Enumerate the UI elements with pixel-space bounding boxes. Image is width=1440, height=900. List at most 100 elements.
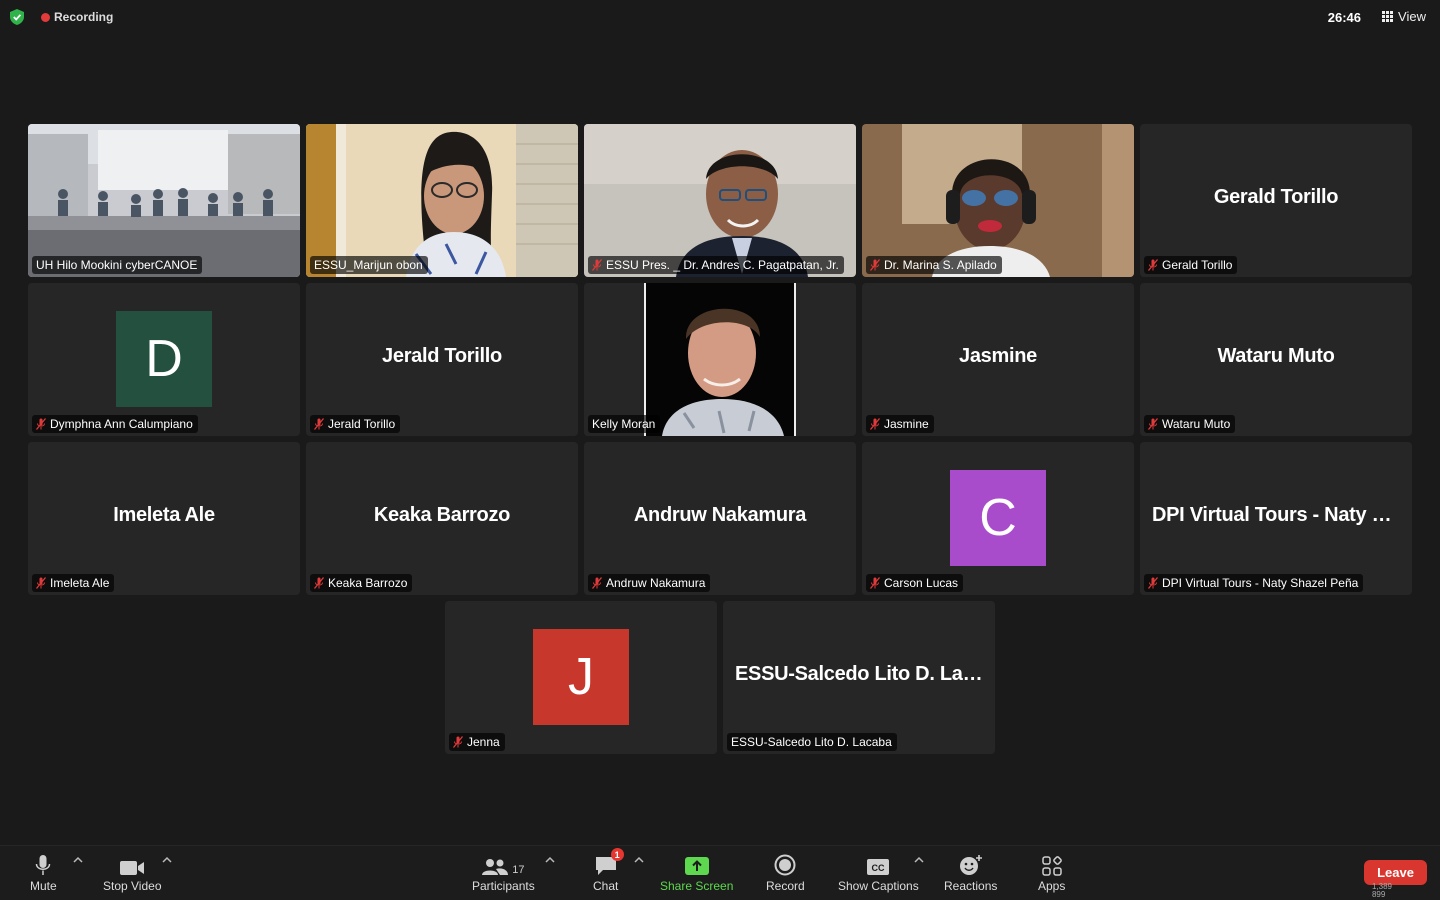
participant-name: Andruw Nakamura <box>606 576 706 590</box>
participant-tile[interactable]: ESSU Pres. _ Dr. Andres C. Pagatpatan, J… <box>584 124 856 277</box>
participant-display-name: Jasmine <box>959 345 1037 367</box>
participant-name: UH Hilo Mookini cyberCANOE <box>36 258 198 272</box>
participant-tile[interactable]: Andruw Nakamura Andruw Nakamura <box>584 442 856 595</box>
participant-name: Gerald Torillo <box>1162 258 1233 272</box>
participant-tile-active-speaker[interactable]: ESSU_Marijun obon <box>306 124 578 277</box>
reactions-label: Reactions <box>944 879 998 893</box>
chat-unread-badge: 1 <box>610 848 624 861</box>
apps-icon <box>1041 856 1062 876</box>
chat-label: Chat <box>593 879 619 893</box>
meeting-top-bar: Recording 26:46 View <box>0 0 1440 34</box>
muted-mic-icon <box>869 418 881 430</box>
participant-name-label: Dymphna Ann Calumpiano <box>32 415 198 433</box>
participant-tile[interactable]: Dr. Marina S. Apilado <box>862 124 1134 277</box>
muted-mic-icon <box>35 418 47 430</box>
participant-display-name: Wataru Muto <box>1217 345 1335 367</box>
muted-mic-icon <box>869 259 881 271</box>
window-size-readout: 1,389 899 <box>1372 883 1392 899</box>
participants-count: 17 <box>512 864 525 876</box>
participant-name: Jerald Torillo <box>328 417 396 431</box>
participant-video <box>862 124 1134 277</box>
meeting-timer: 26:46 <box>1327 10 1361 25</box>
recording-indicator[interactable]: Recording <box>41 10 113 24</box>
participant-tile[interactable]: Keaka Barrozo Keaka Barrozo <box>306 442 578 595</box>
share-screen-button[interactable]: Share Screen <box>660 852 733 893</box>
participant-video <box>584 124 856 277</box>
participant-tile[interactable]: Imeleta Ale Imeleta Ale <box>28 442 300 595</box>
captions-options-chevron-icon[interactable] <box>914 856 924 864</box>
participant-tile[interactable]: Wataru Muto Wataru Muto <box>1140 283 1412 436</box>
participant-tile[interactable]: Gerald Torillo Gerald Torillo <box>1140 124 1412 277</box>
participant-display-name: Gerald Torillo <box>1213 186 1339 208</box>
participant-tile[interactable]: Kelly Moran <box>584 283 856 436</box>
apps-button[interactable]: Apps <box>1038 852 1065 893</box>
stop-video-button[interactable]: Stop Video <box>103 852 162 893</box>
participant-tile[interactable]: C Carson Lucas <box>862 442 1134 595</box>
muted-mic-icon <box>35 577 47 589</box>
participant-name: Dymphna Ann Calumpiano <box>50 417 193 431</box>
chat-button[interactable]: 1 Chat <box>593 848 624 893</box>
recording-dot-icon <box>41 12 50 22</box>
closed-captions-icon: CC <box>867 859 890 875</box>
participants-label: Participants <box>472 879 535 893</box>
participants-button[interactable]: 17 Participants <box>472 852 535 893</box>
participant-name-label: DPI Virtual Tours - Naty Shazel Peña <box>1144 574 1364 592</box>
share-screen-icon <box>684 857 709 875</box>
participant-video <box>28 124 300 277</box>
participant-tile[interactable]: ESSU-Salcedo Lito D. Lacaba ESSU-Salcedo… <box>723 601 995 754</box>
participant-name-label: Gerald Torillo <box>1144 256 1238 274</box>
participant-display-name: ESSU-Salcedo Lito D. Lacaba <box>735 663 995 685</box>
participant-video <box>584 283 856 436</box>
participant-avatar: D <box>116 311 212 407</box>
participant-name: Dr. Marina S. Apilado <box>884 258 997 272</box>
stop-video-label: Stop Video <box>103 879 162 893</box>
participant-tile[interactable]: UH Hilo Mookini cyberCANOE <box>28 124 300 277</box>
participant-name-label: Andruw Nakamura <box>588 574 711 592</box>
participant-name: Carson Lucas <box>884 576 959 590</box>
chat-options-chevron-icon[interactable] <box>634 856 644 864</box>
reactions-button[interactable]: Reactions <box>944 852 997 893</box>
participant-name-label: Jerald Torillo <box>310 415 401 433</box>
mute-button[interactable]: Mute <box>30 852 57 893</box>
muted-mic-icon <box>1147 577 1159 589</box>
participant-name: Jenna <box>467 735 500 749</box>
muted-mic-icon <box>313 418 325 430</box>
participant-tile[interactable]: Jerald Torillo Jerald Torillo <box>306 283 578 436</box>
participant-name-label: Dr. Marina S. Apilado <box>866 256 1002 274</box>
participant-name-label: ESSU_Marijun obon <box>310 256 428 274</box>
participants-options-chevron-icon[interactable] <box>545 856 555 864</box>
participants-icon <box>482 859 509 875</box>
share-screen-label: Share Screen <box>660 879 734 893</box>
meeting-toolbar: Mute Stop Video 17 Participants 1 Chat S… <box>0 845 1440 900</box>
muted-mic-icon <box>591 259 603 271</box>
svg-text:CC: CC <box>872 863 885 873</box>
participant-name-label: Jenna <box>449 733 505 751</box>
security-shield-icon[interactable] <box>10 9 24 25</box>
participant-display-name: DPI Virtual Tours - Naty Shazel Peña <box>1152 504 1412 526</box>
participant-tile[interactable]: DPI Virtual Tours - Naty Shazel Peña DPI… <box>1140 442 1412 595</box>
participant-name-label: Imeleta Ale <box>32 574 115 592</box>
view-button[interactable]: View <box>1382 9 1426 24</box>
participant-name-label: Wataru Muto <box>1144 415 1236 433</box>
muted-mic-icon <box>869 577 881 589</box>
apps-label: Apps <box>1038 879 1066 893</box>
avatar-initial: J <box>568 648 594 706</box>
participant-display-name: Imeleta Ale <box>113 504 215 526</box>
participant-tile[interactable]: D Dymphna Ann Calumpiano <box>28 283 300 436</box>
microphone-icon <box>36 855 51 875</box>
audio-options-chevron-icon[interactable] <box>73 856 83 864</box>
video-options-chevron-icon[interactable] <box>162 856 172 864</box>
recording-label: Recording <box>54 10 114 24</box>
muted-mic-icon <box>452 736 464 748</box>
avatar-initial: C <box>979 489 1017 547</box>
show-captions-label: Show Captions <box>838 879 919 893</box>
muted-mic-icon <box>591 577 603 589</box>
show-captions-button[interactable]: CC Show Captions <box>838 852 919 893</box>
record-label: Record <box>766 879 805 893</box>
participant-tile[interactable]: J Jenna <box>445 601 717 754</box>
participant-tile[interactable]: Jasmine Jasmine <box>862 283 1134 436</box>
participant-display-name: Jerald Torillo <box>382 345 502 367</box>
reactions-smiley-icon <box>959 855 982 875</box>
record-button[interactable]: Record <box>766 852 805 893</box>
participant-name-label: Kelly Moran <box>588 415 661 433</box>
